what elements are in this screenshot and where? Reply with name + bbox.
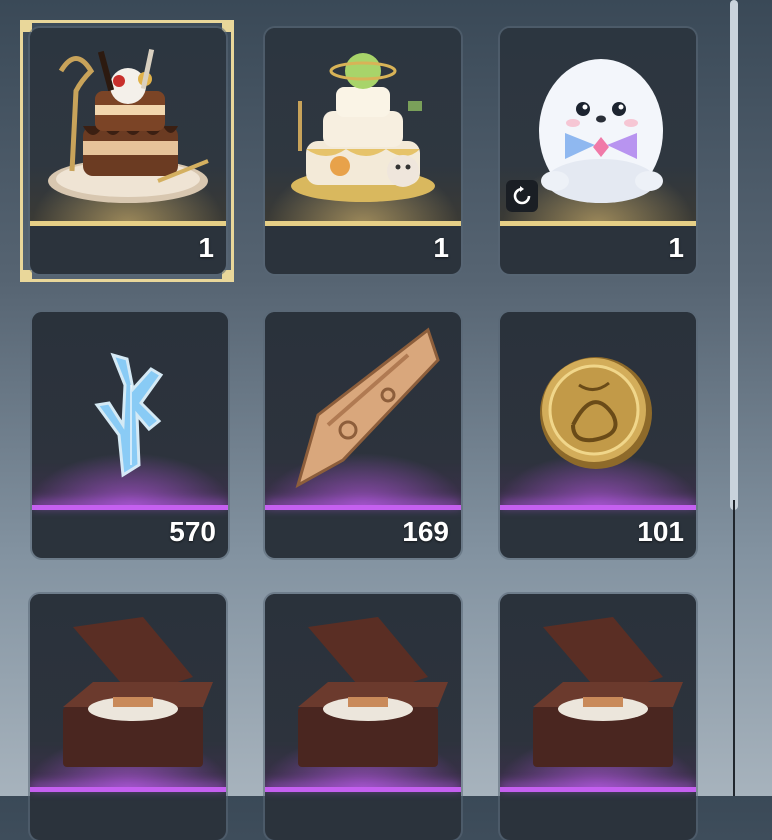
item-slot-music-box[interactable]: [500, 594, 696, 840]
item-count: 1: [668, 232, 684, 263]
item-slot-ice-coral[interactable]: 570: [32, 312, 228, 558]
planet-cake-icon: [265, 28, 461, 224]
item-count: 1: [433, 232, 449, 263]
item-slot-music-box[interactable]: [30, 594, 226, 840]
scroll-thumb[interactable]: [730, 0, 738, 510]
refresh-icon: [506, 180, 538, 212]
item-count: 169: [402, 516, 449, 547]
item-count: 570: [169, 516, 216, 547]
relic-fragment-icon: [265, 312, 461, 508]
item-slot-chocolate-cake[interactable]: 1: [30, 28, 226, 274]
chocolate-cake-icon: [30, 28, 226, 224]
item-count: 1: [198, 232, 214, 263]
item-slot-gold-coin[interactable]: 101: [500, 312, 696, 558]
item-slot-relic-fragment[interactable]: 169: [265, 312, 461, 558]
item-slot-planet-cake[interactable]: 1: [265, 28, 461, 274]
music-box-icon: [500, 594, 696, 790]
item-slot-music-box[interactable]: [265, 594, 461, 840]
item-slot-seal-plush[interactable]: 1: [500, 28, 696, 274]
ice-coral-icon: [32, 312, 228, 508]
inventory-grid: 1 1 1 570 169 101: [0, 0, 730, 840]
scroll-track: [733, 500, 735, 796]
item-count: 101: [637, 516, 684, 547]
scrollbar[interactable]: [730, 0, 738, 796]
music-box-icon: [30, 594, 226, 790]
gold-coin-icon: [500, 312, 696, 508]
music-box-icon: [265, 594, 461, 790]
